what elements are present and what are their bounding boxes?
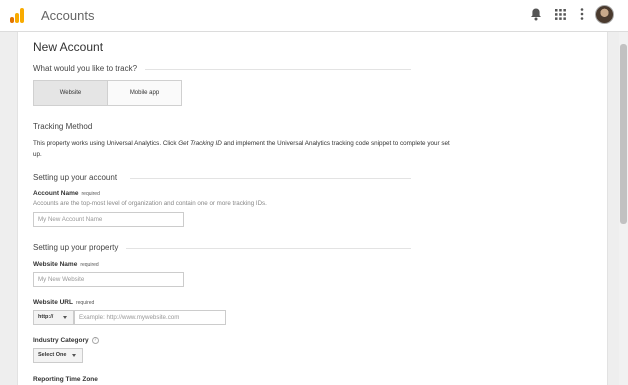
scrollbar[interactable]	[619, 32, 628, 385]
tracking-method-heading: Tracking Method	[33, 122, 93, 131]
required-marker: required	[75, 300, 95, 306]
website-url-label: Website URL required	[33, 299, 94, 306]
option-mobile-app-button[interactable]: Mobile app	[108, 81, 181, 105]
chevron-down-icon	[72, 354, 76, 357]
avatar[interactable]	[595, 5, 614, 24]
required-marker: required	[80, 262, 99, 268]
protocol-select[interactable]: http://	[33, 310, 74, 325]
website-url-input[interactable]: Example: http://www.mywebsite.com	[74, 310, 226, 325]
industry-value: Select One	[38, 352, 67, 358]
divider	[130, 178, 411, 179]
account-name-help: Accounts are the top-most level of organ…	[33, 200, 267, 207]
chevron-down-icon	[63, 316, 67, 319]
protocol-value: http://	[38, 314, 54, 320]
property-section-heading: Setting up your property	[33, 243, 119, 252]
notifications-icon[interactable]	[528, 8, 544, 24]
scrollbar-thumb[interactable]	[620, 44, 627, 224]
industry-category-select[interactable]: Select One	[33, 348, 83, 363]
tracking-method-text: This property works using Universal Anal…	[33, 138, 453, 160]
website-name-label-text: Website Name	[33, 261, 78, 268]
website-url-label-text: Website URL	[33, 299, 73, 306]
new-account-form: New Account What would you like to track…	[17, 32, 608, 385]
page-title: New Account	[33, 40, 104, 54]
track-type-toggle: Website Mobile app	[33, 80, 182, 106]
tracking-text-start: This property works using Universal Anal…	[33, 140, 179, 147]
divider	[145, 69, 411, 70]
track-heading: What would you like to track?	[33, 64, 138, 73]
more-vert-icon[interactable]	[574, 8, 590, 24]
divider	[126, 248, 411, 249]
industry-category-label: Industry Category?	[33, 337, 99, 344]
help-icon[interactable]: ?	[91, 337, 99, 344]
account-section-heading: Setting up your account	[33, 173, 118, 182]
top-app-bar: Accounts	[0, 0, 628, 32]
account-name-input[interactable]: My New Account Name	[33, 212, 184, 227]
analytics-logo-icon[interactable]	[10, 8, 24, 23]
website-name-label: Website Name required	[33, 261, 99, 268]
industry-label-text: Industry Category	[33, 337, 89, 344]
app-title: Accounts	[41, 8, 95, 23]
required-marker: required	[81, 191, 100, 197]
reporting-time-zone-label: Reporting Time Zone	[33, 376, 98, 383]
website-name-input[interactable]: My New Website	[33, 272, 184, 287]
get-tracking-id-text: Get Tracking ID	[178, 140, 222, 147]
account-name-label-text: Account Name	[33, 190, 79, 197]
account-name-label: Account Name required	[33, 190, 100, 197]
apps-grid-icon[interactable]	[552, 8, 568, 24]
option-website-button[interactable]: Website	[34, 81, 108, 105]
